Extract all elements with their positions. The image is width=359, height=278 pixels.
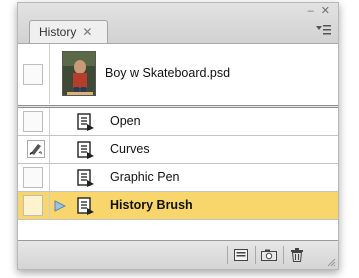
history-state-row[interactable]: Curves (18, 136, 338, 164)
new-snapshot-icon (260, 249, 277, 261)
close-icon[interactable]: ✕ (82, 25, 92, 39)
history-state-icon (77, 141, 94, 159)
new-document-from-state-icon (233, 249, 248, 261)
history-brush-source-checkbox[interactable] (23, 64, 43, 85)
history-state-icon (77, 113, 94, 131)
new-document-from-state-button[interactable] (227, 246, 253, 264)
divider (49, 192, 50, 219)
panel-menu-button[interactable] (314, 24, 334, 40)
trash-icon (290, 248, 303, 262)
history-list: Boy w Skateboard.psd Open Curves Graphic… (18, 44, 338, 240)
divider (49, 108, 50, 135)
history-state-label: History Brush (110, 198, 193, 212)
snapshot-name: Boy w Skateboard.psd (105, 66, 231, 80)
history-brush-source-icon[interactable] (27, 140, 45, 158)
history-brush-source-checkbox[interactable] (23, 167, 43, 188)
history-state-icon (77, 197, 94, 215)
window-controls[interactable]: – ✕ (308, 4, 332, 17)
panel-header: – ✕ History ✕ (18, 3, 338, 44)
panel-menu-icon (316, 25, 331, 35)
history-state-row[interactable]: Open (18, 108, 338, 136)
resize-grip-icon[interactable] (326, 257, 336, 267)
snapshot-row[interactable]: Boy w Skateboard.psd (18, 44, 338, 104)
new-snapshot-button[interactable] (255, 246, 281, 264)
history-state-icon (77, 169, 94, 187)
history-brush-source-checkbox[interactable] (23, 195, 43, 216)
history-state-label: Graphic Pen (110, 170, 180, 184)
history-state-row[interactable]: Graphic Pen (18, 164, 338, 192)
delete-state-button[interactable] (283, 246, 309, 264)
divider (49, 136, 50, 163)
divider (49, 44, 50, 104)
photo-thumbnail-icon (62, 51, 96, 96)
history-state-row-selected[interactable]: History Brush (18, 192, 338, 220)
tab-history-label: History (39, 25, 77, 39)
history-brush-source-checkbox[interactable] (23, 111, 43, 132)
history-state-label: Open (110, 114, 141, 128)
history-panel: – ✕ History ✕ Boy w Skateboard.psd Open … (17, 2, 339, 270)
current-state-arrow-icon[interactable] (54, 200, 66, 212)
divider (49, 164, 50, 191)
tab-history[interactable]: History ✕ (29, 20, 108, 43)
history-state-label: Curves (110, 142, 150, 156)
panel-footer (18, 240, 338, 269)
